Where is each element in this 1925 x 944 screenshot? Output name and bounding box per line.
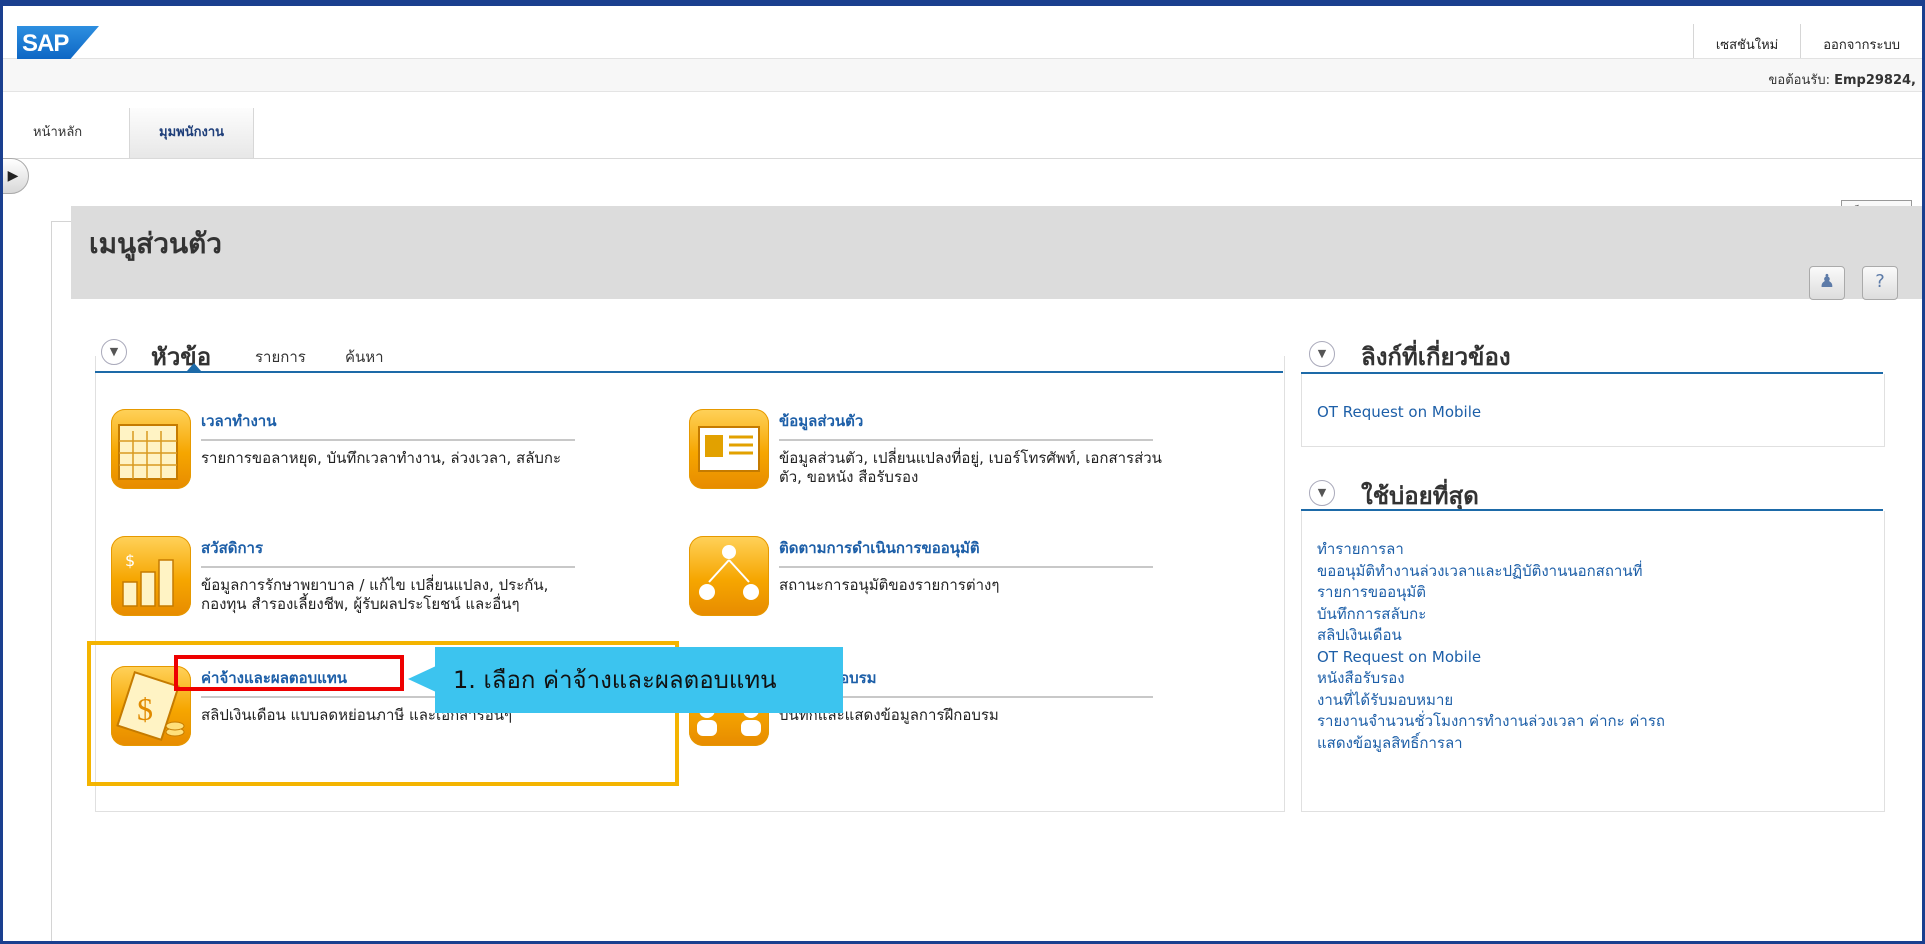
tile-desc: สถานะการอนุมัติของรายการต่างๆ [779, 576, 1000, 594]
most-used-link[interactable]: งานที่ได้รับมอบหมาย [1317, 690, 1665, 712]
tile-title[interactable]: ติดตามการดำเนินการขออนุมัติ [779, 536, 980, 560]
related-links-collapse-icon[interactable]: ▼ [1309, 341, 1335, 367]
most-used-link[interactable]: ขออนุมัติทำงานล่วงเวลาและปฏิบัติงานนอกสถ… [1317, 561, 1665, 583]
help-icon[interactable]: ? [1862, 266, 1898, 300]
tab-home[interactable]: หน้าหลัก [19, 108, 96, 158]
tile-divider [201, 566, 575, 568]
top-nav-tabs: หน้าหลัก มุมพนักงาน [3, 108, 1922, 159]
most-used-list: ทำรายการลา ขออนุมัติทำงานล่วงเวลาและปฏิบ… [1317, 539, 1665, 754]
tile-title[interactable]: สวัสดิการ [201, 536, 263, 560]
id-card-icon [689, 409, 769, 489]
instruction-callout: 1. เลือก ค่าจ้างและผลตอบแทน [435, 647, 843, 713]
page-title-bar [71, 206, 1922, 299]
topics-collapse-icon[interactable]: ▼ [101, 339, 127, 365]
page-title: เมนูส่วนตัว [89, 227, 223, 260]
personalize-icon[interactable]: ♟ [1809, 266, 1845, 300]
browser-frame: SAP เซสชันใหม่ ออกจากระบบ ขอต้อนรับ: Emp… [0, 0, 1925, 944]
header-bar [3, 6, 1922, 59]
tab-employee-corner[interactable]: มุมพนักงาน [129, 108, 254, 158]
tile-desc: ข้อมูลการรักษาพยาบาล / แก้ไข เปลี่ยนแปลง… [201, 576, 549, 613]
tile-divider [779, 566, 1153, 568]
svg-text:$: $ [125, 551, 135, 570]
most-used-link[interactable]: แสดงข้อมูลสิทธิ์การลา [1317, 733, 1665, 755]
new-session-link[interactable]: เซสชันใหม่ [1692, 24, 1800, 58]
tile-title[interactable]: เวลาทำงาน [201, 409, 276, 433]
most-used-collapse-icon[interactable]: ▼ [1309, 480, 1335, 506]
most-used-link[interactable]: ทำรายการลา [1317, 539, 1665, 561]
welcome-band [3, 59, 1922, 92]
tile-desc: รายการขอลาหยุด, บันทึกเวลาทำงาน, ล่วงเวล… [201, 449, 562, 467]
user-name: Emp29824, [1834, 73, 1916, 88]
expand-sidebar-icon[interactable]: ▶ [3, 158, 29, 194]
tab-search[interactable]: ค้นหา [345, 345, 384, 369]
highlight-red-box [174, 655, 404, 691]
most-used-link[interactable]: หนังสือรับรอง [1317, 668, 1665, 690]
most-used-link[interactable]: รายการขออนุมัติ [1317, 582, 1665, 604]
welcome-text: ขอต้อนรับ: Emp29824, [1769, 69, 1916, 90]
callout-pointer [408, 666, 436, 692]
welcome-prefix: ขอต้อนรับ: [1768, 73, 1835, 88]
most-used-link[interactable]: รายงานจำนวนชั่วโมงการทำงานล่วงเวลา ค่ากะ… [1317, 711, 1665, 733]
related-links-list: OT Request on Mobile [1317, 402, 1481, 424]
active-tab-marker [187, 363, 201, 371]
logout-link[interactable]: ออกจากระบบ [1800, 24, 1922, 58]
related-links-divider [1301, 372, 1883, 374]
related-links-title: ลิงก์ที่เกี่ยวข้อง [1361, 343, 1511, 371]
most-used-link[interactable]: บันทึกการสลับกะ [1317, 604, 1665, 626]
tile-desc: ข้อมูลส่วนตัว, เปลี่ยนแปลงที่อยู่, เบอร์… [779, 449, 1162, 486]
calendar-icon [111, 409, 191, 489]
tile-divider [779, 439, 1153, 441]
top-links: เซสชันใหม่ ออกจากระบบ [1692, 24, 1922, 58]
most-used-link[interactable]: OT Request on Mobile [1317, 647, 1665, 669]
tile-title[interactable]: ข้อมูลส่วนตัว [779, 409, 863, 433]
most-used-link[interactable]: สลิปเงินเดือน [1317, 625, 1665, 647]
related-link[interactable]: OT Request on Mobile [1317, 402, 1481, 424]
tab-list[interactable]: รายการ [255, 345, 306, 369]
topics-divider [95, 371, 1283, 373]
most-used-divider [1301, 509, 1883, 511]
tile-divider [201, 439, 575, 441]
welfare-chart-icon: $ [111, 536, 191, 616]
org-chart-icon [689, 536, 769, 616]
